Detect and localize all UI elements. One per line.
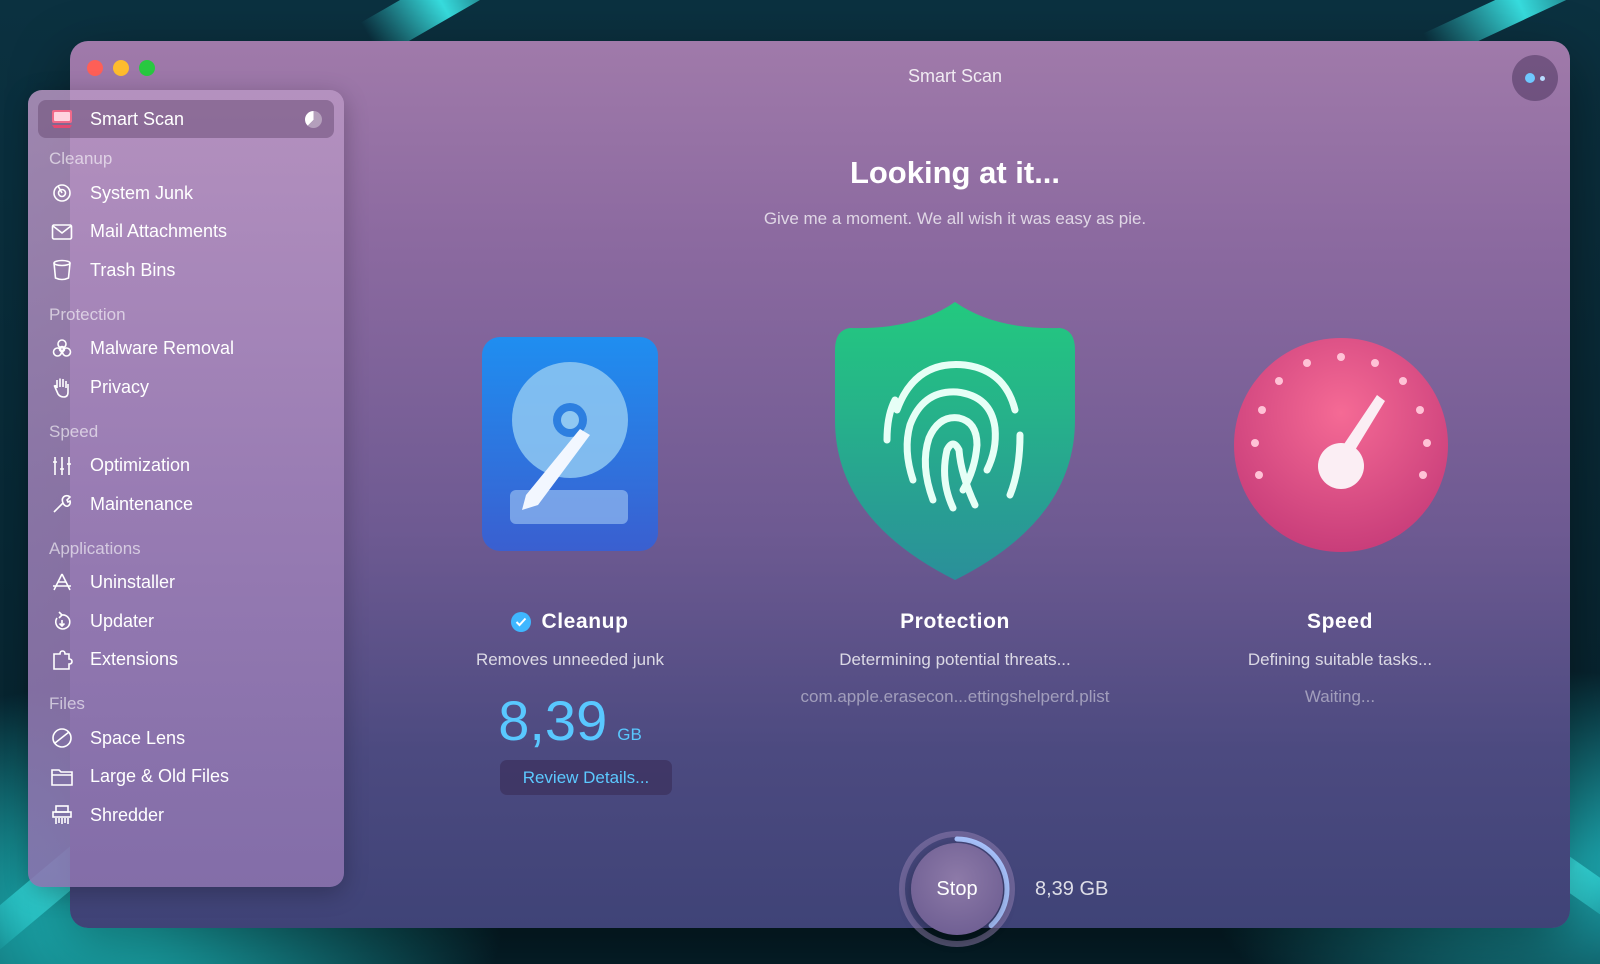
sidebar-item-label: Updater (90, 610, 155, 631)
sidebar-section-title: Protection (49, 304, 126, 324)
sidebar: Smart Scan Cleanup System Junk Mail Atta… (28, 90, 344, 887)
stop-button[interactable]: Stop (911, 843, 1003, 935)
check-icon (511, 612, 532, 632)
cleanup-description: Removes unneeded junk (475, 650, 665, 669)
sidebar-item-label: Smart Scan (90, 108, 185, 129)
cleanup-title-text: Cleanup (541, 610, 629, 633)
assistant-button[interactable] (1512, 55, 1558, 101)
sidebar-item-maintenance[interactable]: Maintenance (28, 485, 344, 524)
scan-progress-icon (305, 111, 322, 128)
speed-title: Speed (1306, 610, 1374, 633)
sidebar-item-optimization[interactable]: Optimization (28, 447, 344, 486)
sidebar-item-label: Optimization (90, 455, 191, 476)
sidebar-section-title: Speed (49, 421, 99, 441)
sidebar-section-title: Cleanup (49, 149, 113, 168)
sidebar-item-label: Space Lens (90, 727, 186, 748)
mail-icon (50, 220, 74, 244)
scan-total-size: 8,39 GB (1035, 878, 1109, 900)
sidebar-item-label: Large & Old Files (90, 766, 230, 787)
cleanup-size: 8,39 GB (390, 688, 750, 753)
hand-icon (50, 375, 74, 399)
window-controls (87, 60, 155, 76)
sidebar-item-label: System Junk (90, 182, 194, 203)
sidebar-item-label: Privacy (90, 376, 150, 397)
sidebar-item-extensions[interactable]: Extensions (28, 641, 344, 680)
zoom-button[interactable] (139, 60, 155, 76)
cleanup-size-number: 8,39 (498, 689, 608, 752)
updater-icon (50, 609, 74, 633)
window-title: Smart Scan (907, 66, 1003, 86)
sidebar-item-large-old-files[interactable]: Large & Old Files (28, 758, 344, 797)
sidebar-item-uninstaller[interactable]: Uninstaller (28, 564, 344, 603)
smart-scan-icon (50, 107, 74, 131)
sidebar-item-updater[interactable]: Updater (28, 602, 344, 641)
sliders-icon (50, 454, 74, 478)
system-junk-icon (50, 181, 74, 205)
shredder-icon (50, 803, 74, 827)
sidebar-item-mail-attachments[interactable]: Mail Attachments (28, 213, 344, 252)
sidebar-item-label: Mail Attachments (90, 221, 228, 242)
biohazard-icon (50, 337, 74, 361)
sidebar-section-title: Applications (49, 538, 141, 558)
sidebar-section-title: Files (49, 694, 85, 713)
protection-status: com.apple.erasecon...ettingshelperd.plis… (800, 687, 1110, 706)
uninstaller-icon (50, 571, 74, 595)
sidebar-item-smart-scan[interactable]: Smart Scan (38, 100, 334, 138)
sidebar-item-label: Malware Removal (90, 338, 235, 359)
protection-description: Determining potential threats... (839, 650, 1071, 669)
sidebar-item-label: Maintenance (90, 493, 194, 514)
sidebar-item-label: Trash Bins (90, 259, 176, 280)
hard-drive-icon (482, 337, 658, 551)
sidebar-item-shredder[interactable]: Shredder (28, 796, 344, 835)
speed-description: Defining suitable tasks... (1247, 650, 1433, 669)
minimize-button[interactable] (113, 60, 129, 76)
stop-control: Stop (898, 830, 1016, 948)
scan-headline: Looking at it... (849, 155, 1061, 190)
review-details-button[interactable]: Review Details... (500, 760, 672, 795)
sidebar-item-label: Extensions (90, 649, 179, 670)
sidebar-item-label: Uninstaller (90, 572, 176, 593)
close-button[interactable] (87, 60, 103, 76)
sidebar-item-privacy[interactable]: Privacy (28, 368, 344, 407)
shield-fingerprint-icon (835, 302, 1075, 580)
speedometer-icon (1234, 338, 1448, 552)
sidebar-item-label: Shredder (90, 804, 165, 825)
protection-title: Protection (900, 610, 1010, 633)
sidebar-item-space-lens[interactable]: Space Lens (28, 719, 344, 758)
scan-subline: Give me a moment. We all wish it was eas… (763, 209, 1147, 228)
extensions-icon (50, 648, 74, 672)
cleanup-title: Cleanup (390, 610, 750, 634)
sidebar-item-malware-removal[interactable]: Malware Removal (28, 330, 344, 369)
sidebar-item-trash-bins[interactable]: Trash Bins (28, 251, 344, 290)
speed-status: Waiting... (1304, 687, 1376, 706)
cleanup-size-unit: GB (617, 725, 642, 744)
trash-icon (50, 258, 74, 282)
sidebar-item-system-junk[interactable]: System Junk (28, 174, 344, 213)
space-lens-icon (50, 726, 74, 750)
folder-icon (50, 765, 74, 789)
wrench-icon (50, 492, 74, 516)
